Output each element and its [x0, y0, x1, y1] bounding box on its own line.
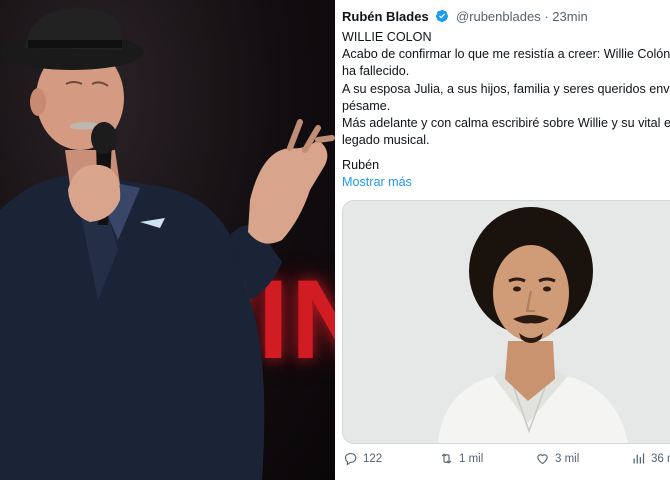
- view-count: 36 m: [651, 452, 670, 465]
- views-button[interactable]: 36 m: [631, 451, 670, 466]
- repost-icon: [441, 453, 452, 464]
- heart-icon: [537, 454, 548, 465]
- tweet-photo[interactable]: [342, 200, 670, 444]
- tweet-line: pésame.: [342, 98, 391, 113]
- tweet-signature: Rubén: [342, 158, 380, 172]
- author-handle[interactable]: @rubenblades: [456, 9, 541, 24]
- reply-button[interactable]: 122: [343, 451, 382, 466]
- like-count: 3 mil: [555, 452, 580, 465]
- separator-dot: ·: [544, 9, 549, 24]
- tweet-text: WILLIE COLON Acabo de confirmar lo que m…: [342, 29, 670, 149]
- tweet-line: ha fallecido.: [342, 64, 410, 79]
- reply-icon: [344, 452, 357, 466]
- tweet-timestamp[interactable]: 23min: [552, 9, 587, 24]
- tweet-line: WILLIE COLON: [342, 30, 432, 44]
- author-name[interactable]: Rubén Blades: [342, 9, 429, 24]
- show-more-link[interactable]: Mostrar más: [342, 175, 412, 189]
- reply-count: 122: [363, 452, 383, 465]
- tweet-line: A su esposa Julia, a sus hijos, familia …: [342, 81, 670, 96]
- repost-button[interactable]: 1 mil: [439, 451, 483, 466]
- verified-badge-icon: [435, 9, 449, 23]
- concert-photo: WIN: [0, 0, 335, 480]
- tweet-card[interactable]: Rubén Blades @rubenblades · 23min WILLIE…: [335, 0, 670, 480]
- tweet-line: legado musical.: [342, 133, 430, 148]
- tweet-header: Rubén Blades @rubenblades · 23min: [342, 9, 588, 24]
- like-button[interactable]: 3 mil: [535, 451, 579, 466]
- singer-illustration: [0, 8, 335, 480]
- tweet-actions-bar: 122 1 mil 3 mil 36 m: [335, 448, 670, 472]
- portrait-illustration: [343, 201, 670, 443]
- tweet-line: Acabo de confirmar lo que me resistía a …: [342, 47, 670, 62]
- tweet-line: Más adelante y con calma escribiré sobre…: [342, 115, 670, 130]
- views-chart-icon: [633, 453, 645, 464]
- repost-count: 1 mil: [459, 452, 484, 465]
